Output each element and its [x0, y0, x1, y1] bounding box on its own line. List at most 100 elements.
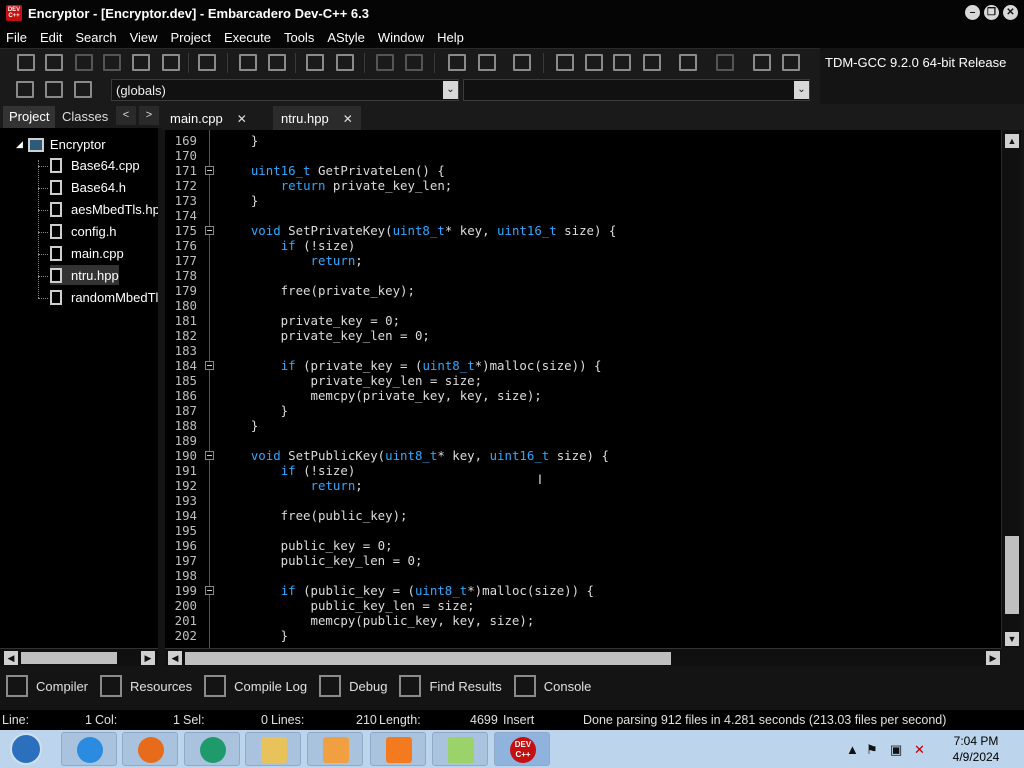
tab-ntru-hpp[interactable]: ntru.hpp ✕: [273, 106, 361, 130]
scope-dropdown[interactable]: (globals) ⌄: [111, 79, 459, 101]
new-project-icon[interactable]: [448, 54, 466, 71]
save-icon[interactable]: [75, 54, 93, 71]
code-line[interactable]: private_key_len = 0;: [221, 328, 430, 343]
tab-main-cpp[interactable]: main.cpp ✕: [162, 106, 255, 130]
compile-run-icon[interactable]: [613, 54, 631, 71]
code-line[interactable]: void SetPrivateKey(uint8_t* key, uint16_…: [221, 223, 617, 238]
menu-edit[interactable]: Edit: [40, 30, 62, 45]
code-line[interactable]: public_key = 0;: [221, 538, 393, 553]
code-line[interactable]: private_key_len = size;: [221, 373, 483, 388]
close-file-icon[interactable]: [132, 54, 150, 71]
find-icon[interactable]: [239, 54, 257, 71]
code-line[interactable]: if (!size): [221, 463, 356, 478]
undo-icon[interactable]: [376, 54, 394, 71]
code-line[interactable]: uint16_t GetPrivateLen() {: [221, 163, 445, 178]
collapse-arrow-icon[interactable]: ◢: [16, 139, 23, 150]
stop-icon[interactable]: [716, 54, 734, 71]
class-browser-icon[interactable]: [16, 81, 34, 98]
taskbar-firefox[interactable]: [122, 732, 178, 766]
tab-project[interactable]: Project: [3, 106, 56, 128]
restore-button[interactable]: ❐: [984, 5, 999, 20]
fold-toggle-icon[interactable]: [205, 451, 214, 460]
fold-toggle-icon[interactable]: [205, 226, 214, 235]
menu-project[interactable]: Project: [171, 30, 211, 45]
code-line[interactable]: free(public_key);: [221, 508, 408, 523]
panel-next-button[interactable]: >: [139, 106, 159, 125]
run-icon[interactable]: [585, 54, 603, 71]
menu-tools[interactable]: Tools: [284, 30, 314, 45]
taskbar-green-app[interactable]: [184, 732, 240, 766]
close-all-icon[interactable]: [162, 54, 180, 71]
fold-toggle-icon[interactable]: [205, 586, 214, 595]
tab-compiler[interactable]: Compiler: [6, 675, 88, 697]
minimize-button[interactable]: –: [965, 5, 980, 20]
new-file-icon[interactable]: [17, 54, 35, 71]
code-line[interactable]: }: [221, 418, 258, 433]
tab-console[interactable]: Console: [513, 675, 591, 697]
code-line[interactable]: memcpy(public_key, key, size);: [221, 613, 535, 628]
code-line[interactable]: }: [221, 403, 288, 418]
menu-window[interactable]: Window: [378, 30, 424, 45]
profile-icon[interactable]: [753, 54, 771, 71]
tree-item-config-h[interactable]: config.h: [50, 221, 117, 241]
taskbar-notepad[interactable]: [432, 732, 488, 766]
goto-line-icon[interactable]: [336, 54, 354, 71]
start-button[interactable]: [4, 730, 46, 768]
print-icon[interactable]: [198, 54, 216, 71]
tree-item-base64-cpp[interactable]: Base64.cpp: [50, 155, 140, 175]
code-line[interactable]: memcpy(private_key, key, size);: [221, 388, 542, 403]
panel-prev-button[interactable]: <: [116, 106, 136, 125]
network-icon[interactable]: ▣: [890, 742, 902, 758]
fold-toggle-icon[interactable]: [205, 361, 214, 370]
taskbar-media-player[interactable]: [307, 732, 363, 766]
menu-execute[interactable]: Execute: [224, 30, 271, 45]
close-button[interactable]: ✕: [1003, 5, 1018, 20]
code-line[interactable]: if (public_key = (uint8_t*)malloc(size))…: [221, 583, 594, 598]
taskbar-file-explorer[interactable]: [245, 732, 301, 766]
comment-icon[interactable]: [513, 54, 531, 71]
tree-item-randommbedtls[interactable]: randomMbedTls.hpp: [50, 287, 158, 307]
scroll-up-icon[interactable]: ▲: [1005, 134, 1019, 148]
replace-icon[interactable]: [268, 54, 286, 71]
close-icon[interactable]: ✕: [343, 112, 353, 126]
fold-toggle-icon[interactable]: [205, 166, 214, 175]
tab-classes[interactable]: Classes: [56, 106, 114, 128]
remove-icon[interactable]: [478, 54, 496, 71]
menu-help[interactable]: Help: [437, 30, 464, 45]
compile-icon[interactable]: [556, 54, 574, 71]
menu-astyle[interactable]: AStyle: [327, 30, 365, 45]
scroll-right-icon[interactable]: ▶: [986, 651, 1000, 665]
tree-root-encryptor[interactable]: ◢ Encryptor: [16, 137, 106, 152]
menu-file[interactable]: File: [6, 30, 27, 45]
flag-icon[interactable]: ⚑: [866, 742, 878, 758]
scroll-right-icon[interactable]: ▶: [141, 651, 155, 665]
tree-item-aesmbedtls[interactable]: aesMbedTls.hpp: [50, 199, 158, 219]
save-all-icon[interactable]: [103, 54, 121, 71]
bookmarks-icon[interactable]: [74, 81, 92, 98]
redo-icon[interactable]: [405, 54, 423, 71]
scroll-left-icon[interactable]: ◀: [168, 651, 182, 665]
code-line[interactable]: free(private_key);: [221, 283, 415, 298]
code-line[interactable]: }: [221, 628, 288, 643]
tab-debug[interactable]: Debug: [319, 675, 387, 697]
scroll-thumb[interactable]: [21, 652, 117, 664]
volume-muted-icon[interactable]: ✕: [914, 742, 925, 758]
code-line[interactable]: if (!size): [221, 238, 356, 253]
code-line[interactable]: public_key_len = size;: [221, 598, 475, 613]
open-folder-icon[interactable]: [45, 54, 63, 71]
menu-view[interactable]: View: [130, 30, 158, 45]
chevron-down-icon[interactable]: ⌄: [443, 81, 458, 99]
taskbar-devcpp[interactable]: DEV C++: [494, 732, 550, 766]
goto-icon[interactable]: [306, 54, 324, 71]
syntax-check-icon[interactable]: [679, 54, 697, 71]
show-hidden-icons-icon[interactable]: ▲: [846, 742, 859, 757]
editor-vertical-scrollbar[interactable]: ▲ ▼: [1001, 130, 1021, 648]
code-line[interactable]: return;: [221, 478, 363, 493]
code-line[interactable]: public_key_len = 0;: [221, 553, 423, 568]
scroll-thumb[interactable]: [1005, 536, 1019, 614]
scroll-down-icon[interactable]: ▼: [1005, 632, 1019, 646]
tree-horizontal-scrollbar[interactable]: ◀ ▶: [0, 648, 158, 666]
code-line[interactable]: }: [221, 193, 258, 208]
tab-resources[interactable]: Resources: [100, 675, 192, 697]
tree-item-base64-h[interactable]: Base64.h: [50, 177, 126, 197]
